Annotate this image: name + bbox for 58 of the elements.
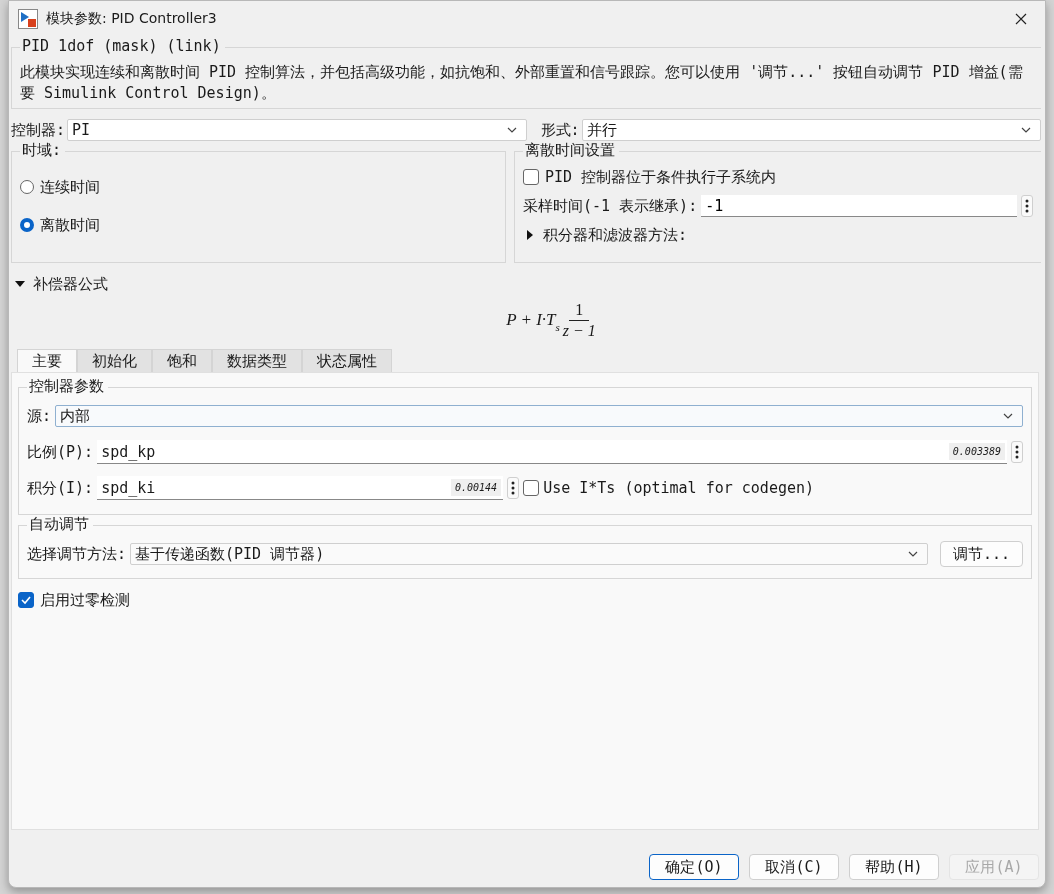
chevron-icon — [505, 125, 518, 135]
field-label: 采样时间(-1 表示继承): — [523, 196, 698, 216]
more-options-button[interactable] — [507, 477, 520, 499]
checkbox-label: 启用过零检测 — [40, 590, 130, 610]
dropdown[interactable]: 内部 — [55, 405, 1023, 427]
dropdown[interactable]: 并行 — [581, 119, 1041, 141]
more-options-button[interactable] — [1021, 195, 1033, 217]
vertical-dots-icon — [1025, 199, 1029, 213]
parameter-field[interactable]: spd_kp 0.003389 — [97, 440, 1007, 464]
vertical-dots-icon — [1015, 445, 1019, 459]
collapsed-triangle-icon[interactable] — [525, 230, 535, 240]
more-options-button[interactable] — [1011, 441, 1023, 463]
description-text: 此模块实现连续和离散时间 PID 控制算法，并包括高级功能，如抗饱和、外部重置和信号跟踪。您可以使用 '调节...' 按钮自动调节 PID 增益(需要 Simulink Control Design)。 — [20, 62, 1024, 104]
tab[interactable]: 初始化 — [77, 349, 152, 373]
block-app-icon — [18, 9, 38, 29]
tune-button[interactable]: 调节... — [939, 541, 1023, 567]
parameter-field[interactable]: spd_ki 0.00144 — [97, 476, 504, 500]
tab[interactable]: 状态属性 — [302, 349, 392, 373]
tab[interactable]: 饱和 — [152, 349, 212, 373]
vertical-dots-icon — [511, 481, 516, 495]
tab[interactable]: 数据类型 — [212, 349, 302, 373]
tab[interactable]: 主要 — [17, 349, 77, 373]
evaluated-value: 0.003389 — [948, 443, 1005, 460]
group-title: 离散时间设置 — [523, 141, 619, 160]
radio-button[interactable] — [20, 218, 34, 232]
dropdown[interactable]: PI — [67, 119, 527, 141]
chevron-icon — [906, 549, 919, 559]
dialog-button[interactable]: 取消(C) — [749, 854, 839, 880]
field-label: 选择调节方法: — [27, 544, 127, 564]
dropdown[interactable]: 基于传递函数(PID 调节器) — [130, 543, 928, 565]
field-label: 形式: — [540, 120, 580, 140]
close-icon — [1015, 13, 1027, 25]
checkbox[interactable] — [523, 480, 540, 496]
field-label: 积分(I): — [27, 478, 94, 498]
group-title: 自动调节 — [27, 515, 93, 534]
dialog-button[interactable]: 确定(O) — [649, 854, 739, 880]
window-title: 模块参数: PID Controller3 — [46, 10, 218, 28]
checkbox[interactable] — [523, 169, 539, 185]
chevron-icon — [1020, 125, 1032, 135]
option-label: 连续时间 — [40, 177, 100, 197]
sample-time-field[interactable]: -1 — [701, 195, 1017, 217]
evaluated-value: 0.00144 — [450, 479, 502, 496]
checkbox-label: Use I*Ts (optimal for codegen) — [543, 479, 815, 497]
checkbox-label: PID 控制器位于条件执行子系统内 — [545, 167, 777, 187]
group-title: PID 1dof (mask) (link) — [20, 37, 225, 55]
radio-button[interactable] — [20, 180, 34, 194]
field-label: 源: — [27, 406, 52, 426]
chevron-icon — [1002, 411, 1014, 421]
section-label: 补偿器公式 — [33, 274, 108, 294]
checkbox[interactable] — [18, 592, 34, 608]
dialog-button[interactable]: 帮助(H) — [849, 854, 939, 880]
option-label: 离散时间 — [40, 215, 100, 235]
group-title: 控制器参数 — [27, 377, 108, 396]
expanded-triangle-icon[interactable] — [15, 279, 25, 289]
group-title: 时域: — [20, 141, 66, 160]
field-label: 比例(P): — [27, 442, 94, 462]
section-label: 积分器和滤波器方法: — [543, 225, 688, 245]
field-label: 控制器: — [11, 120, 66, 140]
